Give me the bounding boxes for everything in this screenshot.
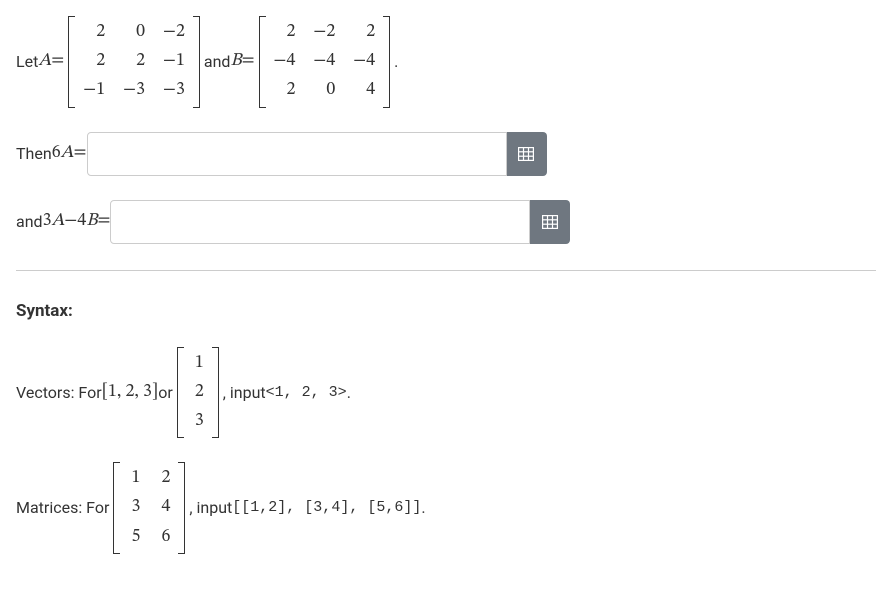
matrix-example: 1 2 3 4 5 6 — [113, 462, 185, 554]
matrix-cell: −2 — [163, 20, 185, 45]
vectors-period: . — [347, 383, 351, 402]
and-text-2: and — [16, 212, 43, 231]
matrix-example-grid: 1 2 3 4 5 6 — [120, 462, 178, 554]
let-text: Let — [16, 52, 38, 71]
var-b: B — [230, 50, 241, 73]
matrix-cell: 3 — [128, 495, 140, 520]
bracket-right — [212, 347, 219, 439]
answer-input-6a[interactable] — [87, 132, 507, 176]
math-keypad-button[interactable] — [507, 132, 547, 176]
matrix-a: 2 0 −2 2 2 −1 −1 −3 −3 — [68, 16, 200, 108]
syntax-matrices-row: Matrices: For 1 2 3 4 5 6 , input [[1,2]… — [16, 462, 876, 554]
matrix-cell: −2 — [313, 20, 335, 45]
period: . — [394, 52, 398, 71]
matrix-cell: 1 — [128, 466, 140, 491]
matrices-period: . — [421, 498, 425, 517]
matrix-cell: −4 — [274, 49, 296, 74]
expr-6a-var: A — [61, 142, 74, 165]
vector-col-grid: 1 2 3 — [184, 347, 212, 439]
matrix-cell: 2 — [83, 49, 105, 74]
grid-icon — [518, 147, 534, 161]
expr-4b-coeff: 4 — [77, 210, 86, 233]
expr-6a-coeff: 6 — [52, 142, 61, 165]
then-text: Then — [16, 144, 52, 163]
matrix-cell: 1 — [192, 351, 204, 376]
matrix-cell: 2 — [353, 20, 375, 45]
matrix-cell: −3 — [123, 78, 145, 103]
vectors-input-pre: , input — [223, 383, 266, 402]
matrix-cell: 6 — [158, 525, 170, 550]
vector-row-example: [1, 2, 3] — [102, 381, 159, 404]
bracket-left — [113, 462, 120, 554]
matrix-cell: 2 — [192, 380, 204, 405]
vectors-code: <1, 2, 3> — [266, 384, 347, 401]
matrix-a-grid: 2 0 −2 2 2 −1 −1 −3 −3 — [75, 16, 193, 108]
matrices-input-pre: , input — [189, 498, 232, 517]
bracket-left — [68, 16, 75, 108]
vectors-prefix: Vectors: For — [16, 383, 102, 402]
grid-icon — [542, 215, 558, 229]
expr-4b-var: B — [86, 210, 97, 233]
matrix-cell: 3 — [192, 409, 204, 434]
and-text: and — [204, 52, 231, 71]
matrix-cell: −1 — [163, 49, 185, 74]
bracket-right — [178, 462, 185, 554]
or-text: or — [158, 383, 173, 402]
matrix-cell: 2 — [158, 466, 170, 491]
matrix-cell: 2 — [274, 20, 296, 45]
matrices-prefix: Matrices: For — [16, 498, 109, 517]
matrix-cell: 4 — [353, 78, 375, 103]
matrix-cell: −3 — [163, 78, 185, 103]
var-a: A — [38, 50, 51, 73]
matrix-cell: 2 — [274, 78, 296, 103]
matrix-cell: 0 — [313, 78, 335, 103]
expr-6a-eq: = — [74, 142, 87, 165]
divider — [16, 270, 876, 271]
answer-input-3a-4b[interactable] — [110, 200, 530, 244]
bracket-left — [177, 347, 184, 439]
problem-statement: Let A = 2 0 −2 2 2 −1 −1 −3 −3 and B = 2… — [16, 16, 876, 108]
vector-col-example: 1 2 3 — [177, 347, 219, 439]
question-3a-4b: and 3 A − 4 B = — [16, 200, 876, 244]
math-keypad-button[interactable] — [530, 200, 570, 244]
matrix-cell: 2 — [83, 20, 105, 45]
equals-a: = — [51, 50, 64, 73]
question-6a: Then 6 A = — [16, 132, 876, 176]
expr-3a-var: A — [51, 210, 64, 233]
bracket-left — [259, 16, 266, 108]
syntax-heading: Syntax: — [16, 301, 876, 321]
matrix-cell: 4 — [158, 495, 170, 520]
syntax-vectors-row: Vectors: For [1, 2, 3] or 1 2 3 , input … — [16, 347, 876, 439]
bracket-right — [193, 16, 200, 108]
expr-minus: − — [64, 210, 77, 233]
matrix-cell: −4 — [353, 49, 375, 74]
equals-b: = — [242, 50, 255, 73]
matrix-cell: 5 — [128, 525, 140, 550]
matrix-b: 2 −2 2 −4 −4 −4 2 0 4 — [259, 16, 391, 108]
matrices-code: [[1,2], [3,4], [5,6]] — [232, 499, 421, 516]
expr-3a-coeff: 3 — [43, 210, 52, 233]
matrix-cell: −4 — [313, 49, 335, 74]
matrix-cell: 0 — [123, 20, 145, 45]
matrix-cell: 2 — [123, 49, 145, 74]
expr-eq-2: = — [97, 210, 110, 233]
matrix-cell: −1 — [83, 78, 105, 103]
bracket-right — [383, 16, 390, 108]
matrix-b-grid: 2 −2 2 −4 −4 −4 2 0 4 — [266, 16, 384, 108]
